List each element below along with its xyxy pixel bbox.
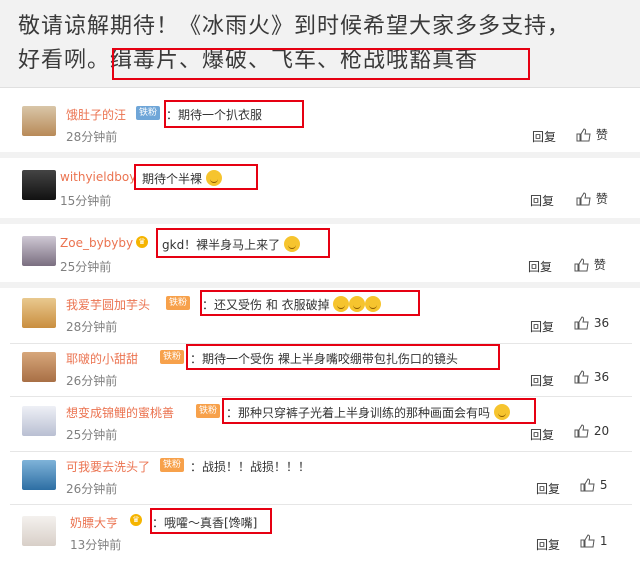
thumbs-up-icon (576, 128, 591, 142)
comment-username[interactable]: 可我要去洗头了 (66, 458, 150, 475)
comment-username[interactable]: withyieldboy (60, 170, 136, 184)
comment-text: ：战损！！战损！！！ (190, 460, 311, 474)
highlight-box (164, 100, 304, 128)
comment-item: 想变成锦鲤的蜜桃善 铁粉 ：那种只穿裤子光着上半身训练的那种画面会有吗 25分钟… (0, 398, 640, 452)
comment-time: 28分钟前 (66, 320, 118, 334)
comment-time: 25分钟前 (66, 428, 118, 442)
like-count: 20 (593, 424, 610, 438)
highlight-box (134, 164, 258, 190)
thumbs-up-icon (574, 316, 589, 330)
comment-username[interactable]: 想变成锦鲤的蜜桃善 (66, 404, 174, 421)
post-text-line2-prefix: 好看咧。 (18, 48, 111, 73)
avatar[interactable] (22, 352, 56, 382)
thumbs-up-icon (580, 534, 595, 548)
avatar[interactable] (22, 460, 56, 490)
comment-username[interactable]: 饿肚子的汪 (66, 106, 126, 123)
like-button[interactable]: 5 (580, 478, 607, 492)
reply-button[interactable]: 回复 (530, 426, 554, 443)
like-button[interactable]: 20 (574, 424, 609, 438)
fan-badge: 铁粉 (196, 404, 221, 418)
comment-item: Zoe_bybyby ♛ gkd！裸半身马上来了 25分钟前 回复 赞 (0, 224, 640, 280)
thumbs-up-icon (574, 370, 589, 384)
highlight-box (112, 48, 530, 80)
divider (10, 396, 632, 397)
post-header: 敬请谅解期待！《冰雨火》到时候希望大家多多支持， 好看咧。缉毒片、爆破、飞车、枪… (0, 0, 640, 88)
thumbs-up-icon (576, 192, 591, 206)
reply-button[interactable]: 回复 (530, 192, 554, 209)
highlight-box (150, 508, 272, 534)
like-button[interactable]: 赞 (576, 190, 608, 207)
fan-badge: 铁粉 (166, 296, 191, 310)
reply-button[interactable]: 回复 (536, 480, 560, 497)
fan-badge: 铁粉 (160, 350, 185, 364)
comment-username[interactable]: Zoe_bybyby (60, 236, 133, 250)
reply-button[interactable]: 回复 (532, 128, 556, 145)
like-count: 36 (593, 316, 610, 330)
avatar[interactable] (22, 170, 56, 200)
highlight-box (200, 290, 420, 316)
comment-item: withyieldboy 期待个半裸 15分钟前 回复 赞 (0, 160, 640, 214)
like-button[interactable]: 赞 (574, 256, 606, 273)
like-button[interactable]: 赞 (576, 126, 608, 143)
like-button[interactable]: 36 (574, 370, 609, 384)
like-label: 赞 (593, 258, 606, 272)
like-count: 36 (593, 370, 610, 384)
crown-icon: ♛ (136, 236, 148, 248)
divider (10, 504, 632, 505)
comment-time: 26分钟前 (66, 482, 118, 496)
fan-badge: 铁粉 (136, 106, 161, 120)
reply-button[interactable]: 回复 (530, 318, 554, 335)
avatar[interactable] (22, 236, 56, 266)
reply-button[interactable]: 回复 (536, 536, 560, 553)
avatar[interactable] (22, 298, 56, 328)
crown-icon: ♛ (130, 514, 142, 526)
highlight-box (186, 344, 500, 370)
like-button[interactable]: 36 (574, 316, 609, 330)
like-count: 5 (599, 478, 608, 492)
reply-button[interactable]: 回复 (528, 258, 552, 275)
highlight-box (222, 398, 536, 424)
comment-time: 26分钟前 (66, 374, 118, 388)
comment-item: 耶啵的小甜甜 铁粉 ：期待一个受伤 裸上半身嘴咬绷带包扎伤口的镜头 26分钟前 … (0, 344, 640, 400)
divider (0, 152, 640, 158)
like-count: 1 (599, 534, 608, 548)
like-button[interactable]: 1 (580, 534, 607, 548)
avatar[interactable] (22, 106, 56, 136)
thumbs-up-icon (574, 258, 589, 272)
comment-username[interactable]: 我爱芋圆加芋头 (66, 296, 150, 313)
highlight-box (156, 228, 330, 258)
comment-username[interactable]: 耶啵的小甜甜 (66, 350, 138, 367)
like-label: 赞 (595, 192, 608, 206)
comment-time: 13分钟前 (70, 538, 122, 552)
comment-item: 可我要去洗头了 铁粉 ：战损！！战损！！！ 26分钟前 回复 5 (0, 452, 640, 504)
avatar[interactable] (22, 406, 56, 436)
comment-item: 我爱芋圆加芋头 铁粉 ：还又受伤 和 衣服破掉 28分钟前 回复 36 (0, 288, 640, 344)
post-text-line1: 敬请谅解期待！《冰雨火》到时候希望大家多多支持， (18, 14, 571, 39)
comment-item: 饿肚子的汪 铁粉 ：期待一个扒衣服 28分钟前 回复 赞 (0, 96, 640, 150)
comment-item: 奶膘大亨 ♛ ：哦嚯～真香[馋嘴] 13分钟前 回复 1 (0, 506, 640, 562)
like-label: 赞 (595, 128, 608, 142)
thumbs-up-icon (574, 424, 589, 438)
comment-time: 25分钟前 (60, 260, 112, 274)
fan-badge: 铁粉 (160, 458, 185, 472)
comment-time: 28分钟前 (66, 130, 118, 144)
thumbs-up-icon (580, 478, 595, 492)
avatar[interactable] (22, 516, 56, 546)
comment-time: 15分钟前 (60, 194, 112, 208)
comment-username[interactable]: 奶膘大亨 (70, 514, 118, 531)
reply-button[interactable]: 回复 (530, 372, 554, 389)
